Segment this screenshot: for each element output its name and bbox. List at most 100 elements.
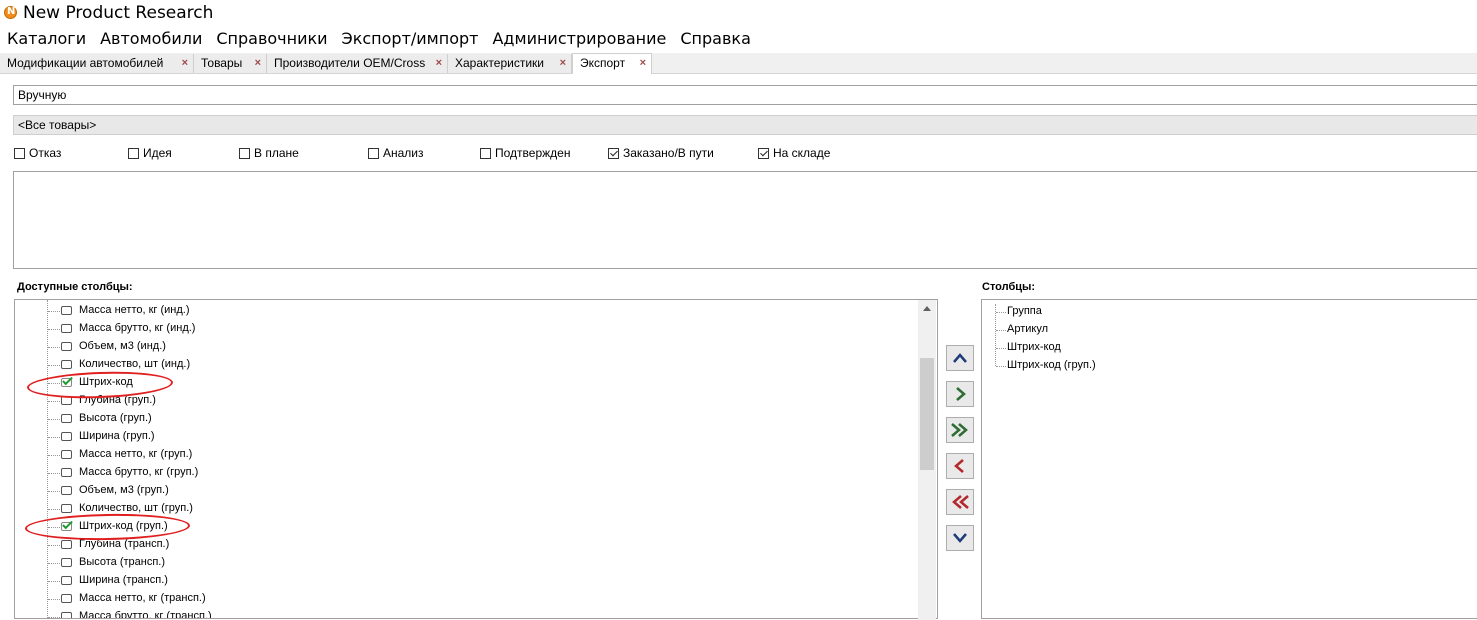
- tree-connector: [48, 599, 60, 600]
- unchecked-item-icon[interactable]: [61, 324, 72, 333]
- unchecked-item-icon[interactable]: [61, 342, 72, 351]
- tab-label: Товары: [201, 56, 243, 70]
- status-checkbox-ordered[interactable]: Заказано/В пути: [608, 147, 714, 160]
- selected-columns-tree[interactable]: Группа Артикул Штрих-код Штрих-код (груп…: [981, 299, 1477, 619]
- available-column-item[interactable]: Масса нетто, кг (инд.): [15, 302, 915, 320]
- unchecked-item-icon[interactable]: [61, 594, 72, 603]
- column-label: Количество, шт (груп.): [79, 502, 193, 514]
- tree-connector: [48, 347, 60, 348]
- available-columns-scrollbar[interactable]: [918, 300, 936, 620]
- menu-administration[interactable]: Администрирование: [485, 27, 673, 51]
- checkbox-label: Анализ: [383, 146, 424, 160]
- unchecked-item-icon[interactable]: [61, 468, 72, 477]
- move-down-button[interactable]: [946, 525, 974, 551]
- tab-oem-cross[interactable]: Производители OEM/Cross ×: [267, 54, 448, 73]
- tree-connector: [48, 509, 60, 510]
- available-column-item[interactable]: Ширина (груп.): [15, 428, 915, 446]
- tab-car-modifications[interactable]: Модификации автомобилей ×: [0, 54, 194, 73]
- checkbox[interactable]: [14, 148, 25, 159]
- close-icon[interactable]: ×: [640, 54, 646, 73]
- move-up-button[interactable]: [946, 345, 974, 371]
- status-checkbox-in-stock[interactable]: На складе: [758, 147, 830, 160]
- menu-cars[interactable]: Автомобили: [93, 27, 209, 51]
- unchecked-item-icon[interactable]: [61, 558, 72, 567]
- unchecked-item-icon[interactable]: [61, 432, 72, 441]
- checkbox-label: Подтвержден: [495, 146, 571, 160]
- chevron-right-icon: [956, 387, 966, 401]
- available-column-item[interactable]: Глубина (трансп.): [15, 536, 915, 554]
- double-chevron-right-icon: [951, 423, 968, 437]
- tree-connector: [996, 348, 1006, 349]
- selected-column-item[interactable]: Артикул: [982, 321, 1462, 339]
- close-icon[interactable]: ×: [436, 54, 442, 73]
- selected-column-item[interactable]: Штрих-код (груп.): [982, 357, 1462, 375]
- checkbox[interactable]: [239, 148, 250, 159]
- status-checkbox-confirmed[interactable]: Подтвержден: [480, 147, 570, 160]
- checkbox[interactable]: [758, 148, 769, 159]
- available-column-item[interactable]: Количество, шт (инд.): [15, 356, 915, 374]
- available-column-item[interactable]: Объем, м3 (груп.): [15, 482, 915, 500]
- tab-label: Модификации автомобилей: [7, 56, 164, 70]
- export-mode-field[interactable]: Вручную: [13, 85, 1477, 105]
- menu-help[interactable]: Справка: [673, 27, 758, 51]
- available-column-item[interactable]: Глубина (груп.): [15, 392, 915, 410]
- unchecked-item-icon[interactable]: [61, 576, 72, 585]
- add-all-columns-button[interactable]: [946, 417, 974, 443]
- tab-products[interactable]: Товары ×: [194, 54, 267, 73]
- available-column-item[interactable]: Масса брутто, кг (груп.): [15, 464, 915, 482]
- checkbox[interactable]: [128, 148, 139, 159]
- checkbox[interactable]: [368, 148, 379, 159]
- checkbox[interactable]: [480, 148, 491, 159]
- unchecked-item-icon[interactable]: [61, 450, 72, 459]
- tree-connector: [996, 366, 1006, 367]
- selected-column-item[interactable]: Группа: [982, 303, 1462, 321]
- column-label: Масса брутто, кг (трансп.): [79, 610, 212, 619]
- available-column-item[interactable]: Объем, м3 (инд.): [15, 338, 915, 356]
- unchecked-item-icon[interactable]: [61, 504, 72, 513]
- tree-connector: [996, 312, 1006, 313]
- available-column-item[interactable]: Ширина (трансп.): [15, 572, 915, 590]
- column-label: Высота (трансп.): [79, 556, 166, 568]
- tab-characteristics[interactable]: Характеристики ×: [448, 54, 572, 73]
- selected-column-item[interactable]: Штрих-код: [982, 339, 1462, 357]
- menu-bar: Каталоги Автомобили Справочники Экспорт/…: [0, 27, 758, 51]
- available-columns-header: Доступные столбцы:: [17, 281, 133, 293]
- unchecked-item-icon[interactable]: [61, 612, 72, 618]
- available-column-item[interactable]: Высота (трансп.): [15, 554, 915, 572]
- unchecked-item-icon[interactable]: [61, 486, 72, 495]
- tab-export[interactable]: Экспорт ×: [572, 53, 652, 74]
- menu-export-import[interactable]: Экспорт/импорт: [335, 27, 486, 51]
- close-icon[interactable]: ×: [255, 54, 261, 73]
- status-checkbox-analysis[interactable]: Анализ: [368, 147, 424, 160]
- remove-all-columns-button[interactable]: [946, 489, 974, 515]
- chevron-up-icon: [953, 353, 967, 363]
- status-checkbox-idea[interactable]: Идея: [128, 147, 172, 160]
- product-filter[interactable]: <Все товары>: [13, 115, 1477, 135]
- status-checkbox-planned[interactable]: В плане: [239, 147, 299, 160]
- tree-connector: [48, 401, 60, 402]
- add-column-button[interactable]: [946, 381, 974, 407]
- available-column-item[interactable]: Высота (груп.): [15, 410, 915, 428]
- unchecked-item-icon[interactable]: [61, 306, 72, 315]
- close-icon[interactable]: ×: [182, 54, 188, 73]
- tab-label: Производители OEM/Cross: [274, 56, 426, 70]
- menu-catalogs[interactable]: Каталоги: [0, 27, 93, 51]
- scroll-up-icon[interactable]: [923, 306, 931, 311]
- available-column-item[interactable]: Масса нетто, кг (груп.): [15, 446, 915, 464]
- scrollbar-thumb[interactable]: [920, 358, 934, 470]
- selected-columns-header: Столбцы:: [982, 281, 1036, 293]
- available-columns-tree[interactable]: Масса нетто, кг (инд.) Масса брутто, кг (…: [14, 299, 938, 619]
- unchecked-item-icon[interactable]: [61, 540, 72, 549]
- unchecked-item-icon[interactable]: [61, 360, 72, 369]
- available-column-item[interactable]: Масса брутто, кг (инд.): [15, 320, 915, 338]
- filter-list-area[interactable]: [13, 171, 1477, 269]
- close-icon[interactable]: ×: [560, 54, 566, 73]
- available-column-item[interactable]: Масса нетто, кг (трансп.): [15, 590, 915, 608]
- tree-connector: [48, 563, 60, 564]
- remove-column-button[interactable]: [946, 453, 974, 479]
- unchecked-item-icon[interactable]: [61, 414, 72, 423]
- checkbox[interactable]: [608, 148, 619, 159]
- checkbox-label: В плане: [254, 146, 299, 160]
- menu-references[interactable]: Справочники: [209, 27, 334, 51]
- status-checkbox-rejected[interactable]: Отказ: [14, 147, 61, 160]
